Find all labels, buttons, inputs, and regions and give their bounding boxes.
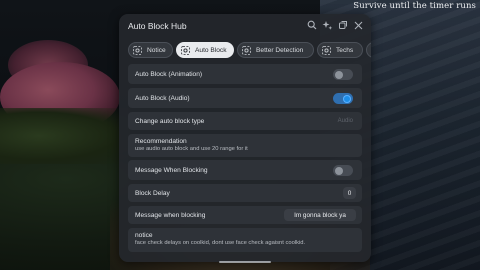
recommendation-title: Recommendation: [135, 138, 187, 145]
change-type-value[interactable]: Audio: [338, 118, 353, 124]
auto-block-animation-row[interactable]: Auto Block (Animation): [128, 64, 362, 84]
auto-block-animation-label: Auto Block (Animation): [135, 71, 203, 78]
target-icon: [242, 45, 251, 55]
message-text-label: Message when blocking: [135, 212, 206, 219]
notice-text: face check delays on coolkid, dont use f…: [135, 240, 306, 246]
tab-better-detection[interactable]: Better Detection: [237, 42, 314, 58]
tab-auto-block[interactable]: Auto Block: [176, 42, 234, 58]
target-icon: [181, 45, 190, 55]
change-type-label: Change auto block type: [135, 118, 205, 125]
objective-text: Survive until the timer runs: [353, 1, 476, 11]
notice-card: notice face check delays on coolkid, don…: [128, 228, 362, 252]
recommendation-text: use audio auto block and use 20 range fo…: [135, 146, 248, 152]
message-text-input[interactable]: Im gonna block ya: [284, 209, 356, 221]
auto-block-audio-row[interactable]: Auto Block (Audio): [128, 88, 362, 108]
message-text-row[interactable]: Message when blocking Im gonna block ya: [128, 206, 362, 224]
block-delay-label: Block Delay: [135, 190, 170, 197]
tab-label: Auto Block: [195, 46, 227, 54]
home-indicator[interactable]: [219, 261, 271, 263]
copy-icon[interactable]: [337, 19, 349, 31]
notice-title: notice: [135, 232, 153, 239]
message-when-blocking-row[interactable]: Message When Blocking: [128, 160, 362, 180]
auto-block-hub-window: Auto Block Hub Notice Auto Block Better …: [119, 14, 371, 262]
tab-label: Notice: [147, 46, 166, 54]
window-title: Auto Block Hub: [128, 21, 187, 31]
bush-foliage: [0, 108, 130, 164]
tab-overflow[interactable]: [366, 42, 371, 58]
target-icon: [133, 45, 142, 55]
auto-block-audio-toggle[interactable]: [333, 93, 353, 104]
message-when-blocking-toggle[interactable]: [333, 165, 353, 176]
sparkles-icon[interactable]: [321, 19, 333, 31]
target-icon: [322, 45, 331, 55]
close-icon[interactable]: [352, 19, 364, 31]
tab-techs[interactable]: Techs: [317, 42, 363, 58]
block-delay-input[interactable]: 0: [343, 187, 356, 199]
message-when-blocking-label: Message When Blocking: [135, 167, 208, 174]
tab-bar: Notice Auto Block Better Detection Techs: [128, 42, 371, 58]
change-type-row[interactable]: Change auto block type Audio: [128, 112, 362, 130]
recommendation-card: Recommendation use audio auto block and …: [128, 134, 362, 157]
search-icon[interactable]: [306, 19, 318, 31]
toggle-knob: [343, 94, 351, 103]
toggle-knob: [335, 166, 343, 175]
block-delay-row[interactable]: Block Delay 0: [128, 184, 362, 202]
title-bar[interactable]: Auto Block Hub: [119, 14, 371, 38]
tab-label: Techs: [336, 46, 354, 54]
tab-notice[interactable]: Notice: [128, 42, 173, 58]
tab-label: Better Detection: [256, 46, 304, 54]
toggle-knob: [335, 70, 343, 79]
auto-block-audio-label: Auto Block (Audio): [135, 95, 190, 102]
auto-block-animation-toggle[interactable]: [333, 69, 353, 80]
